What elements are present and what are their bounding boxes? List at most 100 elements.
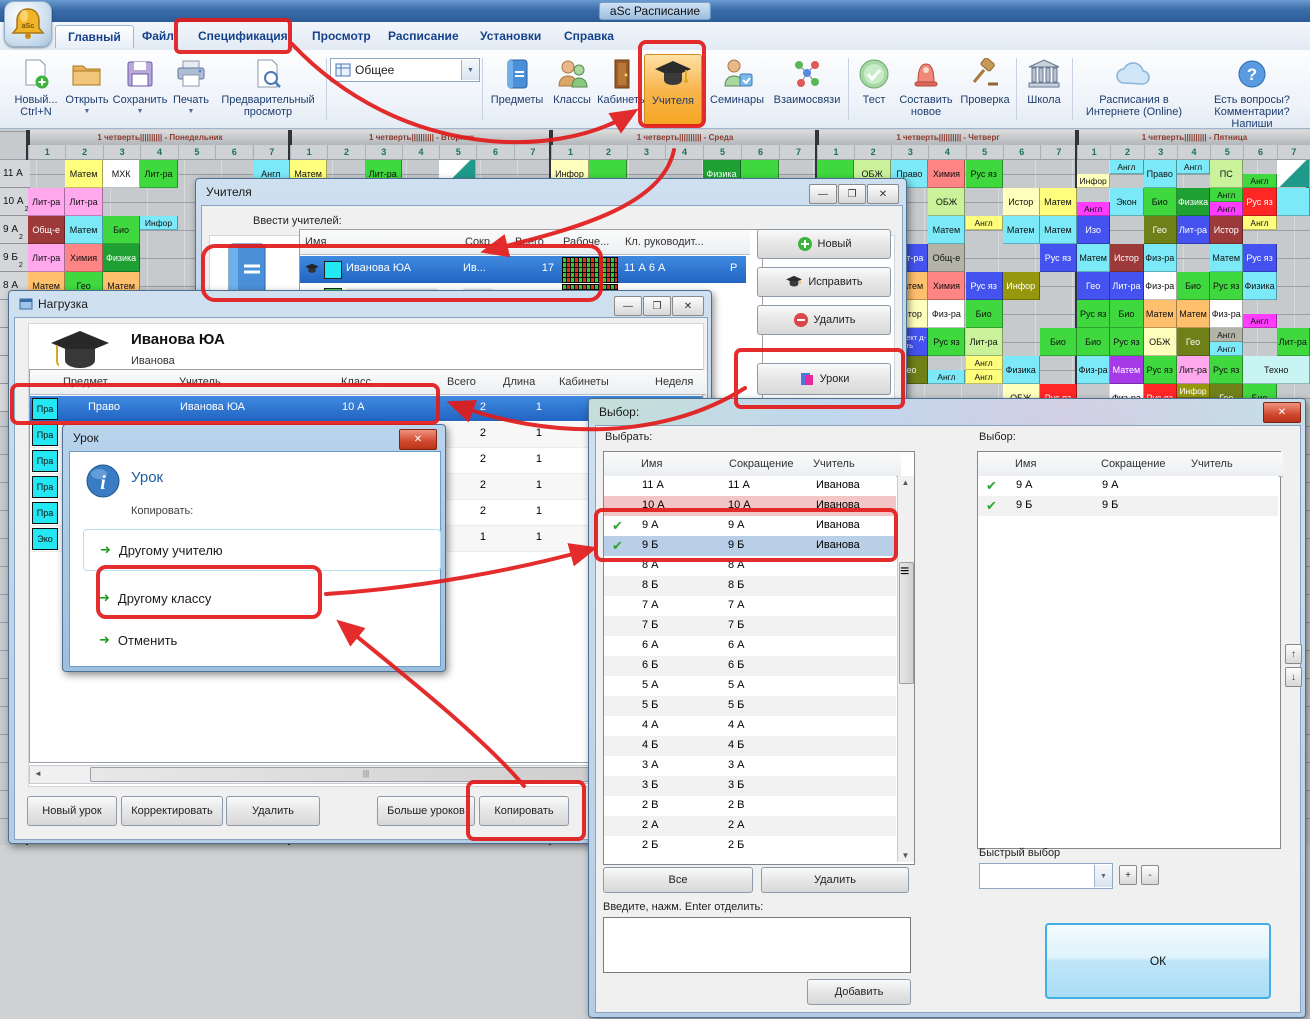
close-button[interactable]: ✕ [1263,402,1301,423]
timetable-cell[interactable]: Рус яз [1040,244,1077,272]
column-header[interactable]: Сокр... [460,230,514,255]
selection-delete-button[interactable]: Удалить [761,867,909,893]
teachers-button[interactable]: Учителя [644,54,702,126]
timetable-cell[interactable]: Рус яз [1110,328,1143,356]
more-lessons-button[interactable]: Больше уроков [377,796,475,826]
teacher-row[interactable]: Иванова ЮАИв...1711 А 6 АР [300,256,746,283]
column-header[interactable] [604,452,640,477]
correct-lesson-button[interactable]: Корректировать [121,796,223,826]
timetable-cell[interactable]: Рус яз [1144,356,1177,384]
timetable-cell[interactable]: Англ [1243,174,1276,188]
timetable-cell[interactable]: Рус яз [1243,188,1276,216]
timetable-cell[interactable]: Изо [1077,216,1110,244]
add-button[interactable]: Добавить [807,979,911,1005]
timetable-cell[interactable]: Инфор [140,216,177,230]
quick-select-remove-button[interactable]: - [1141,865,1159,885]
timetable-cell[interactable]: Истор [1110,244,1143,272]
tab-specifikaciya[interactable]: Спецификация [186,25,300,47]
timetable-cell[interactable]: Лит-ра [28,244,65,272]
class-row[interactable]: 6 А6 А [604,636,896,656]
timetable-cell[interactable]: Физика [1243,272,1276,300]
timetable-cell[interactable]: Химия [65,244,102,272]
timetable-cell[interactable]: Био [1110,300,1143,328]
timetable-cell[interactable]: Англ [1243,216,1276,230]
teachers-dialog-titlebar[interactable]: Учителя [196,179,906,205]
teacher-delete-button[interactable]: Удалить [757,305,891,335]
class-row[interactable]: 8 Б8 Б [604,576,896,596]
timetable-cell[interactable]: Рус яз [1077,300,1110,328]
class-row[interactable]: 11 А11 АИванова [604,476,896,496]
classes-button[interactable]: Классы [548,54,596,106]
timetable-cell[interactable]: Физика [1177,188,1210,216]
copy-lesson-button[interactable]: Копировать [479,796,569,826]
timetable-cell[interactable]: Матем [1110,356,1143,384]
timetable-cell[interactable]: Рус яз [1210,272,1243,300]
seminars-button[interactable]: Семинары [706,54,768,106]
timetable-cell[interactable]: Гео [1077,272,1110,300]
timetable-cell[interactable]: Рус яз [1210,356,1243,384]
timetable-cell[interactable]: Лит-ра [1177,356,1210,384]
column-header[interactable]: Имя [1010,452,1100,477]
timetable-cell[interactable]: Био [1040,328,1077,356]
teacher-new-button[interactable]: Новый [757,229,891,259]
column-header[interactable]: Сокращение [1096,452,1190,477]
maximize-button[interactable]: ❐ [643,296,671,316]
timetable-cell[interactable]: Гео [1144,216,1177,244]
row-label[interactable]: 9 Б2 [0,244,30,272]
column-header[interactable]: Имя [636,452,728,477]
class-row[interactable]: 2 А2 А [604,816,896,836]
timetable-cell[interactable]: Био [1077,328,1110,356]
timetable-cell[interactable]: Лит-ра [1277,328,1310,356]
column-header[interactable]: Всего [510,230,562,255]
class-row[interactable]: ✔9 А9 А [978,476,1278,496]
column-header[interactable]: Рабоче... [558,230,624,255]
timetable-cell[interactable]: Англ [1210,342,1243,356]
tab-prosmotr[interactable]: Просмотр [300,25,383,47]
column-header[interactable]: Кабинеты [554,370,654,395]
generate-new-button[interactable]: Составить новое [894,54,958,118]
timetable-cell[interactable]: ОБЖ [1144,328,1177,356]
timetable-cell[interactable]: Техно [1243,356,1310,384]
timetable-cell[interactable]: Лит-ра [28,188,65,216]
timetable-cell[interactable]: Англ [1077,202,1110,216]
row-label[interactable]: 11 А [0,160,30,188]
timetable-cell[interactable]: Англ [966,216,1003,230]
open-button[interactable]: Открыть ▼ [62,54,112,118]
timetable-cell[interactable]: Физика [103,244,140,272]
timetable-cell[interactable]: Био [1144,188,1177,216]
quick-select-dropdown[interactable]: ▼ [979,863,1113,889]
timetable-cell[interactable]: Рус яз [1243,244,1276,272]
test-button[interactable]: Тест [854,54,894,106]
timetable-cell[interactable]: Лит-ра [140,160,177,188]
column-header[interactable]: Всего [442,370,502,395]
column-header[interactable] [30,370,62,395]
column-header[interactable]: Сокращение [724,452,812,477]
verify-button[interactable]: Проверка [956,54,1014,106]
ok-button[interactable]: ОК [1045,923,1271,999]
class-row[interactable]: 2 В2 В [604,796,896,816]
timetable-cell[interactable]: Общ-е [928,244,965,272]
class-row[interactable]: 4 Б4 Б [604,736,896,756]
timetable-cell[interactable]: Англ [1177,160,1210,174]
view-select[interactable]: Общее ▼ [330,58,480,82]
column-header[interactable]: Имя [300,230,464,255]
timetable-cell[interactable]: Физика [1003,356,1040,384]
timetable-cell[interactable]: Истор [1003,188,1040,216]
select-all-button[interactable]: Все [603,867,753,893]
combo-dropdown-button[interactable]: ▼ [461,60,479,80]
class-row[interactable]: 3 Б3 Б [604,776,896,796]
timetable-cell[interactable] [1277,160,1310,188]
timetable-cell[interactable]: Рус яз [928,328,965,356]
timetable-cell[interactable]: Рус яз [966,160,1003,188]
minimize-button[interactable]: — [614,296,642,316]
timetable-cell[interactable]: Право [1144,160,1177,188]
row-label[interactable]: 9 А2 [0,216,30,244]
tab-file[interactable]: Файл [130,25,186,47]
print-button[interactable]: Печать ▼ [168,54,214,118]
rooms-button[interactable]: Кабинеты [596,54,648,106]
timetable-cell[interactable]: Био [103,216,140,244]
tab-spravka[interactable]: Справка [552,25,626,47]
column-header[interactable]: Длина [498,370,558,395]
class-row[interactable]: 7 А7 А [604,596,896,616]
timetable-cell[interactable]: Инфор [1077,174,1110,188]
